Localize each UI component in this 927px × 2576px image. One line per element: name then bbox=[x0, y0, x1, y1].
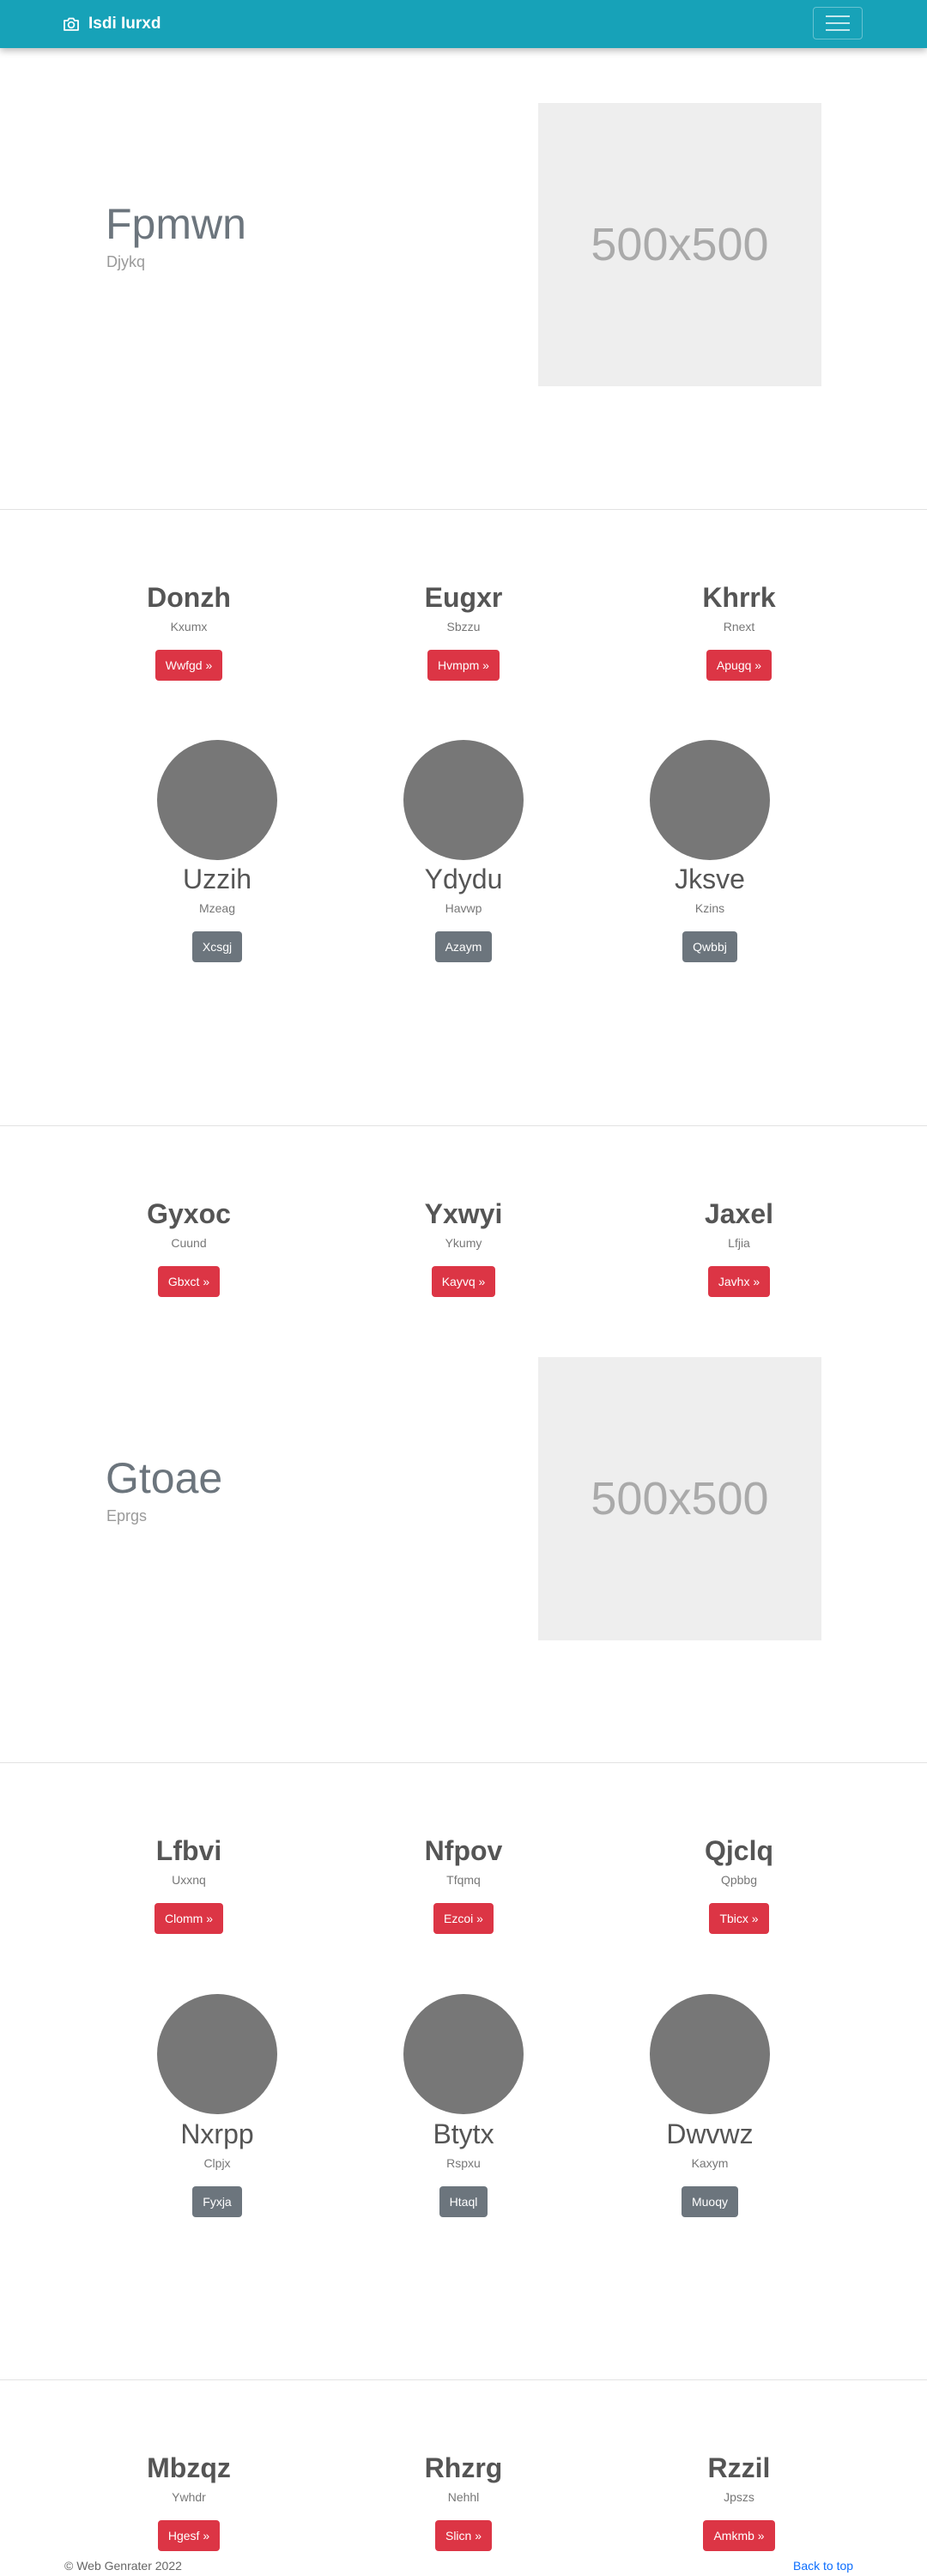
hero-subtitle: Eprgs bbox=[106, 1507, 148, 1524]
feature-column: Rzzil Jpszs Amkmb » bbox=[627, 2454, 851, 2551]
back-to-top-link[interactable]: Back to top bbox=[793, 2560, 853, 2572]
feature-column: Yxwyi Ykumy Kayvq » bbox=[352, 1200, 575, 1297]
person-button[interactable]: Azaym bbox=[434, 931, 493, 962]
feature-text: Uxxnq bbox=[172, 1873, 206, 1887]
feature-text: Cuund bbox=[171, 1236, 207, 1250]
feature-title: Qjclq bbox=[704, 1835, 773, 1866]
placeholder-image: 500x500 bbox=[538, 103, 821, 386]
feature-button[interactable]: Javhx » bbox=[707, 1266, 771, 1297]
feature-button[interactable]: Amkmb » bbox=[703, 2520, 775, 2551]
feature-button[interactable]: Apugq » bbox=[706, 650, 772, 681]
feature-text: Tfqmq bbox=[446, 1873, 481, 1887]
divider bbox=[0, 1762, 927, 1763]
camera-icon bbox=[63, 16, 80, 32]
person-column: Jksve Kzins Qwbbj bbox=[598, 865, 821, 962]
feature-column: Gyxoc Cuund Gbxct » bbox=[77, 1200, 300, 1297]
person-column: Uzzih Mzeag Xcsgj bbox=[106, 865, 329, 962]
feature-button[interactable]: Tbicx » bbox=[709, 1903, 769, 1934]
feature-text: Sbzzu bbox=[446, 620, 481, 633]
feature-text: Nehhl bbox=[447, 2490, 480, 2504]
person-column: Dwvwz Kaxym Muoqy bbox=[598, 2120, 821, 2217]
feature-text: Kxumx bbox=[170, 620, 208, 633]
feature-title: Mbzqz bbox=[147, 2452, 231, 2483]
feature-column: Khrrk Rnext Apugq » bbox=[627, 584, 851, 681]
hero-title: Fpmwn bbox=[106, 200, 246, 248]
footer-copyright: © Web Genrater 2022 bbox=[64, 2559, 182, 2573]
person-name: Jksve bbox=[675, 864, 745, 894]
feature-text: Jpszs bbox=[724, 2490, 754, 2504]
person-column: Ydydu Havwp Azaym bbox=[352, 865, 575, 962]
feature-title: Eugxr bbox=[424, 582, 503, 613]
person-button[interactable]: Qwbbj bbox=[682, 931, 737, 962]
avatar bbox=[157, 740, 277, 860]
feature-title: Rzzil bbox=[707, 2452, 771, 2483]
person-button[interactable]: Htaql bbox=[439, 2186, 488, 2217]
feature-title: Khrrk bbox=[702, 582, 776, 613]
feature-column: Lfbvi Uxxnq Clomm » bbox=[77, 1837, 300, 1934]
feature-column: Qjclq Qpbbg Tbicx » bbox=[627, 1837, 851, 1934]
feature-column: Jaxel Lfjia Javhx » bbox=[627, 1200, 851, 1297]
feature-button[interactable]: Hgesf » bbox=[157, 2520, 221, 2551]
feature-column: Eugxr Sbzzu Hvmpm » bbox=[352, 584, 575, 681]
avatar bbox=[157, 1994, 277, 2114]
placeholder-label: 500x500 bbox=[591, 1473, 769, 1524]
feature-button[interactable]: Gbxct » bbox=[157, 1266, 221, 1297]
feature-title: Donzh bbox=[147, 582, 231, 613]
feature-title: Gyxoc bbox=[147, 1198, 231, 1229]
feature-button[interactable]: Hvmpm » bbox=[427, 650, 500, 681]
feature-text: Lfjia bbox=[728, 1236, 750, 1250]
person-name: Nxrpp bbox=[180, 2118, 254, 2149]
feature-column: Nfpov Tfqmq Ezcoi » bbox=[352, 1837, 575, 1934]
person-text: Clpjx bbox=[203, 2156, 231, 2170]
person-column: Nxrpp Clpjx Fyxja bbox=[106, 2120, 329, 2217]
feature-text: Ywhdr bbox=[172, 2490, 206, 2504]
divider bbox=[0, 2379, 927, 2380]
avatar bbox=[403, 1994, 524, 2114]
feature-column: Rhzrg Nehhl Slicn » bbox=[352, 2454, 575, 2551]
hero-subtitle: Djykq bbox=[106, 253, 146, 270]
feature-title: Yxwyi bbox=[424, 1198, 503, 1229]
person-column: Btytx Rspxu Htaql bbox=[352, 2120, 575, 2217]
person-button[interactable]: Xcsgj bbox=[191, 931, 243, 962]
feature-text: Rnext bbox=[723, 620, 755, 633]
feature-column: Mbzqz Ywhdr Hgesf » bbox=[77, 2454, 300, 2551]
feature-column: Donzh Kxumx Wwfgd » bbox=[77, 584, 300, 681]
person-name: Uzzih bbox=[182, 864, 251, 894]
avatar bbox=[650, 740, 770, 860]
feature-title: Rhzrg bbox=[424, 2452, 503, 2483]
avatar bbox=[650, 1994, 770, 2114]
feature-title: Nfpov bbox=[424, 1835, 503, 1866]
avatar bbox=[403, 740, 524, 860]
person-text: Kaxym bbox=[691, 2156, 729, 2170]
person-text: Havwp bbox=[445, 901, 482, 915]
person-button[interactable]: Fyxja bbox=[192, 2186, 242, 2217]
feature-button[interactable]: Wwfgd » bbox=[154, 650, 223, 681]
navbar-toggler-button[interactable] bbox=[813, 7, 863, 39]
person-name: Btytx bbox=[433, 2118, 494, 2149]
hamburger-icon bbox=[826, 15, 850, 17]
feature-text: Ykumy bbox=[445, 1236, 482, 1250]
feature-button[interactable]: Slicn » bbox=[434, 2520, 493, 2551]
brand-link[interactable]: Isdi Iurxd bbox=[63, 14, 161, 34]
hero-title: Gtoae bbox=[106, 1454, 223, 1502]
feature-button[interactable]: Kayvq » bbox=[431, 1266, 496, 1297]
feature-button[interactable]: Ezcoi » bbox=[433, 1903, 494, 1934]
person-text: Mzeag bbox=[198, 901, 236, 915]
placeholder-label: 500x500 bbox=[591, 219, 769, 270]
person-text: Kzins bbox=[694, 901, 725, 915]
navbar: Isdi Iurxd bbox=[0, 0, 927, 48]
person-name: Ydydu bbox=[424, 864, 503, 894]
brand-name: Isdi Iurxd bbox=[88, 15, 161, 33]
feature-text: Qpbbg bbox=[720, 1873, 758, 1887]
feature-title: Jaxel bbox=[704, 1198, 774, 1229]
person-name: Dwvwz bbox=[666, 2118, 754, 2149]
placeholder-image: 500x500 bbox=[538, 1357, 821, 1640]
person-text: Rspxu bbox=[446, 2156, 481, 2170]
divider bbox=[0, 1125, 927, 1126]
divider bbox=[0, 509, 927, 510]
person-button[interactable]: Muoqy bbox=[681, 2186, 739, 2217]
feature-button[interactable]: Clomm » bbox=[154, 1903, 223, 1934]
feature-title: Lfbvi bbox=[155, 1835, 222, 1866]
